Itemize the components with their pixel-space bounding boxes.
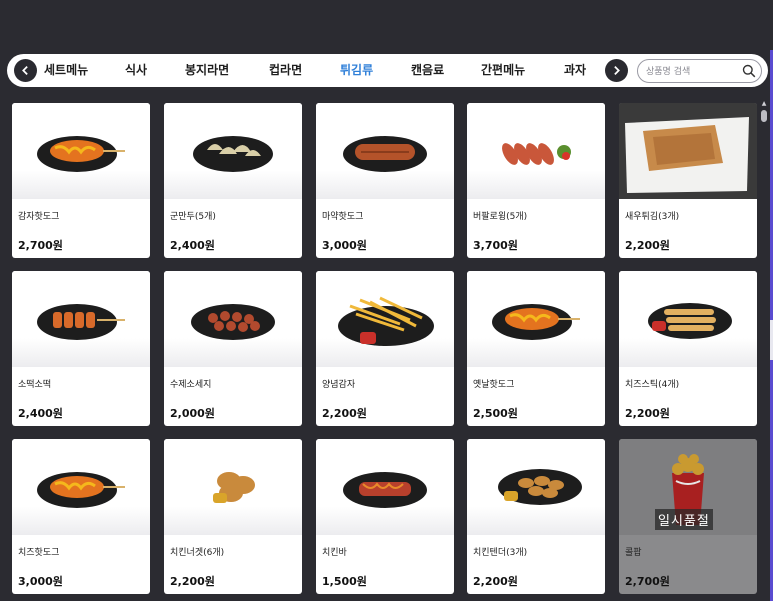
product-card[interactable]: 양념감자 2,200원	[316, 271, 454, 426]
product-card[interactable]: 새우튀김(3개) 2,200원	[619, 103, 757, 258]
fries-icon	[316, 271, 454, 367]
product-price: 2,200원	[170, 575, 215, 588]
product-name: 수제소세지	[170, 380, 212, 390]
product-card[interactable]: 옛날핫도그 2,500원	[467, 271, 605, 426]
search-input[interactable]	[646, 64, 738, 79]
sotteok-icon	[12, 271, 150, 367]
tab-meal[interactable]: 식사	[125, 62, 147, 79]
search-icon[interactable]	[742, 64, 756, 78]
product-name: 콜팝	[625, 548, 642, 558]
wings-icon	[467, 103, 605, 199]
product-price: 2,700원	[18, 239, 63, 252]
product-price: 2,000원	[170, 407, 215, 420]
product-price: 3,700원	[473, 239, 518, 252]
product-name: 감자핫도그	[18, 212, 60, 222]
product-name: 소떡소떡	[18, 380, 52, 390]
cheese-stick-icon	[619, 271, 757, 367]
product-card[interactable]: 치킨텐더(3개) 2,200원	[467, 439, 605, 594]
tab-quick-menu[interactable]: 간편메뉴	[481, 62, 525, 79]
product-price: 3,000원	[18, 575, 63, 588]
chicken-bar-icon	[316, 439, 454, 535]
product-name: 치즈스틱(4개)	[625, 380, 680, 390]
tab-snacks[interactable]: 과자	[564, 62, 586, 79]
sold-out-badge: 일시품절	[655, 509, 713, 530]
corndog-icon	[467, 271, 605, 367]
product-price: 1,500원	[322, 575, 367, 588]
chevron-right-icon[interactable]	[605, 59, 628, 82]
product-name: 양념감자	[322, 380, 356, 390]
fried-shrimp-icon	[619, 103, 757, 199]
tab-bag-ramen[interactable]: 봉지라면	[185, 62, 229, 79]
corndog-icon	[12, 439, 150, 535]
product-card[interactable]: 일시품절 콜팝 2,700원	[619, 439, 757, 594]
nuggets-icon	[164, 439, 302, 535]
product-card[interactable]: 감자핫도그 2,700원	[12, 103, 150, 258]
tab-set-menu[interactable]: 세트메뉴	[44, 62, 88, 79]
product-price: 2,200원	[322, 407, 367, 420]
product-card[interactable]: 마약핫도그 3,000원	[316, 103, 454, 258]
tab-canned-drinks[interactable]: 캔음료	[411, 62, 444, 79]
corndog-icon	[12, 103, 150, 199]
product-name: 군만두(5개)	[170, 212, 216, 222]
product-card[interactable]: 소떡소떡 2,400원	[12, 271, 150, 426]
product-price: 2,200원	[473, 575, 518, 588]
product-name: 치킨텐더(3개)	[473, 548, 528, 558]
scroll-up-icon[interactable]: ▲	[760, 100, 768, 108]
search-box	[637, 59, 762, 83]
chevron-left-icon[interactable]	[14, 59, 37, 82]
sausage-icon	[316, 103, 454, 199]
category-bar: 세트메뉴 식사 봉지라면 컵라면 튀김류 캔음료 간편메뉴 과자	[7, 54, 768, 87]
product-name: 마약핫도그	[322, 212, 364, 222]
product-name: 치즈핫도그	[18, 548, 60, 558]
product-name: 옛날핫도그	[473, 380, 515, 390]
product-name: 버팔로윙(5개)	[473, 212, 528, 222]
product-price: 2,400원	[170, 239, 215, 252]
product-card[interactable]: 군만두(5개) 2,400원	[164, 103, 302, 258]
scrollbar[interactable]: ▲	[760, 100, 768, 600]
dumplings-icon	[164, 103, 302, 199]
product-card[interactable]: 치즈스틱(4개) 2,200원	[619, 271, 757, 426]
product-price: 2,400원	[18, 407, 63, 420]
tab-cup-ramen[interactable]: 컵라면	[269, 62, 302, 79]
tenders-icon	[467, 439, 605, 535]
product-price: 3,000원	[322, 239, 367, 252]
product-price: 2,200원	[625, 407, 670, 420]
sausage-slices-icon	[164, 271, 302, 367]
tab-fried[interactable]: 튀김류	[340, 62, 373, 79]
product-price: 2,700원	[625, 575, 670, 588]
product-card[interactable]: 치킨너겟(6개) 2,200원	[164, 439, 302, 594]
product-name: 치킨바	[322, 548, 347, 558]
product-name: 새우튀김(3개)	[625, 212, 680, 222]
scroll-thumb[interactable]	[761, 110, 767, 122]
product-card[interactable]: 수제소세지 2,000원	[164, 271, 302, 426]
product-price: 2,500원	[473, 407, 518, 420]
product-name: 치킨너겟(6개)	[170, 548, 225, 558]
product-card[interactable]: 치즈핫도그 3,000원	[12, 439, 150, 594]
product-card[interactable]: 치킨바 1,500원	[316, 439, 454, 594]
product-price: 2,200원	[625, 239, 670, 252]
product-card[interactable]: 버팔로윙(5개) 3,700원	[467, 103, 605, 258]
